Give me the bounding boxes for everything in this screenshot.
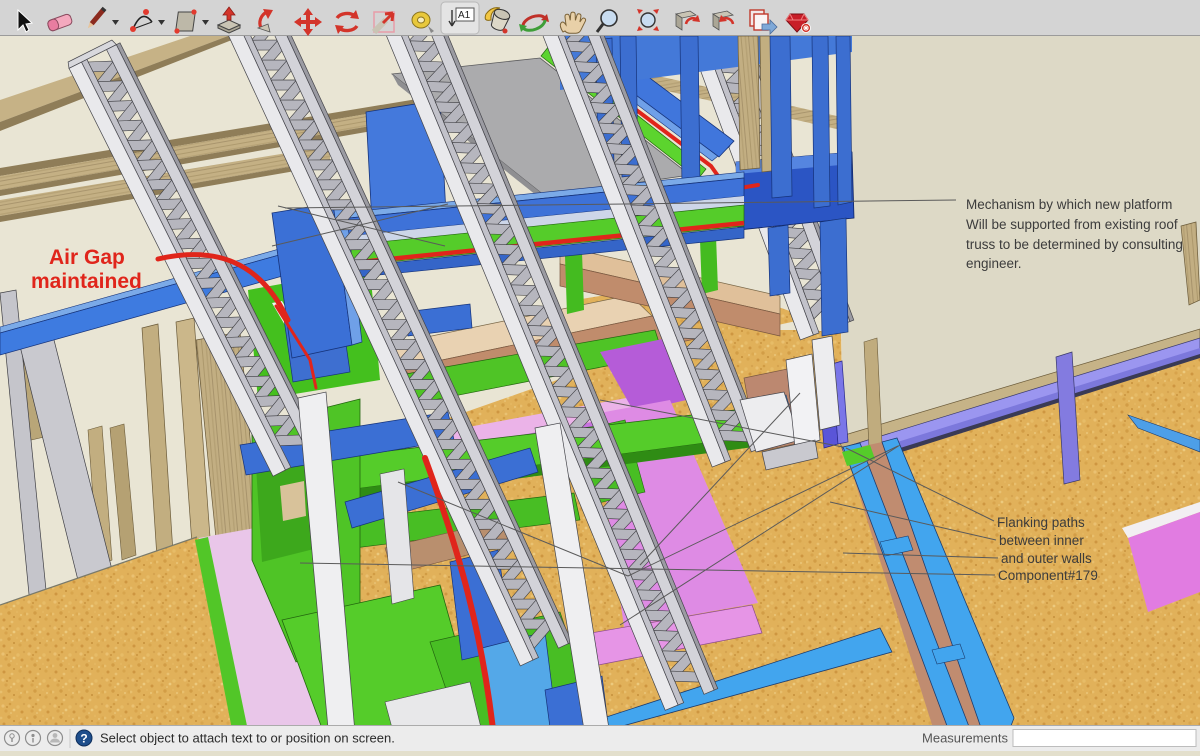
svg-text:?: ? bbox=[80, 732, 87, 746]
svg-text:Component#179: Component#179 bbox=[998, 568, 1098, 583]
svg-text:Will be supported from existin: Will be supported from existing roof bbox=[966, 217, 1178, 232]
svg-text:truss to be determined by cons: truss to be determined by consulting bbox=[966, 237, 1183, 252]
svg-text:between inner: between inner bbox=[999, 533, 1084, 548]
svg-text:maintained: maintained bbox=[31, 270, 142, 293]
svg-text:and outer walls: and outer walls bbox=[1001, 551, 1092, 566]
svg-text:Measurements: Measurements bbox=[922, 731, 1008, 746]
svg-text:Select object to attach text t: Select object to attach text to or posit… bbox=[100, 731, 395, 746]
svg-text:A1: A1 bbox=[458, 10, 471, 21]
svg-text:Flanking paths: Flanking paths bbox=[997, 515, 1085, 530]
svg-text:engineer.: engineer. bbox=[966, 256, 1022, 271]
svg-text:Mechanism by which new platfor: Mechanism by which new platform bbox=[966, 197, 1172, 212]
svg-text:Air Gap: Air Gap bbox=[49, 246, 125, 269]
